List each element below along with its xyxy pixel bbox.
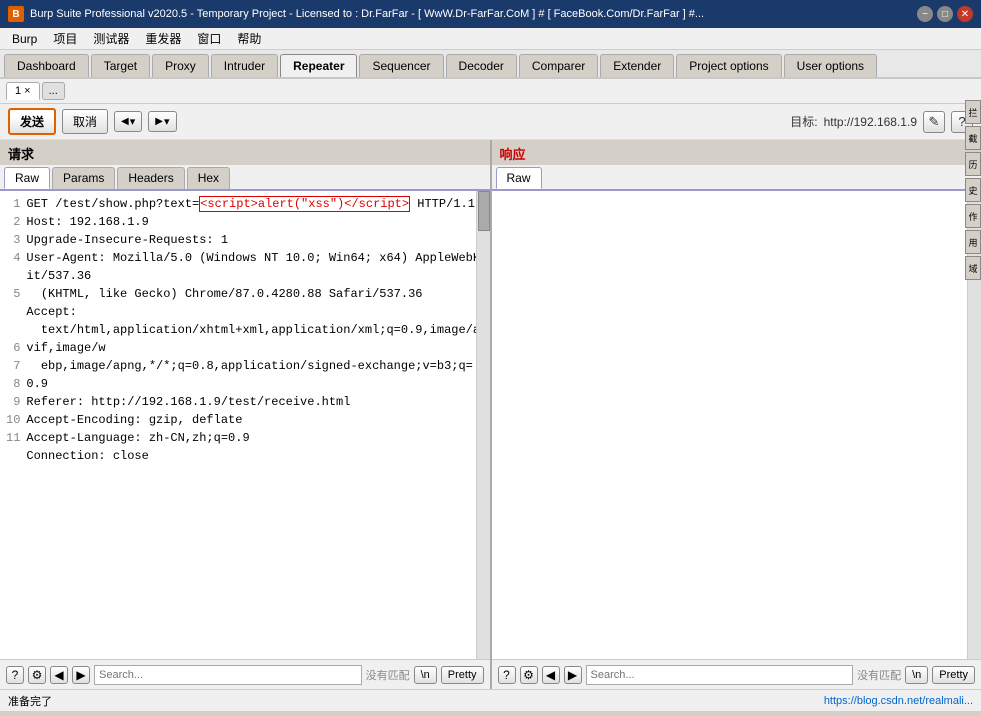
- sub-tab-more[interactable]: ...: [42, 82, 65, 100]
- nav-fwd-button[interactable]: ▶ ▾: [148, 111, 176, 132]
- edge-btn-3[interactable]: 史: [965, 178, 981, 202]
- response-next-icon[interactable]: ▶: [564, 666, 582, 684]
- request-no-match: 没有匹配: [366, 667, 410, 683]
- response-pretty-btn[interactable]: Pretty: [932, 666, 975, 684]
- request-inner-tabs: Raw Params Headers Hex: [0, 165, 490, 191]
- request-scrollbar[interactable]: [476, 191, 490, 659]
- response-settings-icon[interactable]: ⚙: [520, 666, 538, 684]
- tab-target[interactable]: Target: [91, 54, 150, 77]
- response-code-content: [496, 195, 978, 655]
- request-help-icon[interactable]: ?: [6, 666, 24, 684]
- app-icon: B: [8, 6, 24, 22]
- menu-bar: Burp 项目 测试器 重发器 窗口 帮助: [0, 28, 981, 50]
- tab-user-options[interactable]: User options: [784, 54, 877, 77]
- response-code-area[interactable]: [492, 191, 981, 659]
- request-panel: 请求 Raw Params Headers Hex 1234567891011 …: [0, 140, 492, 689]
- line-1-after: HTTP/1.1 Host: 192.168.1.9 Upgrade-Insec…: [26, 197, 480, 463]
- panels: 请求 Raw Params Headers Hex 1234567891011 …: [0, 140, 981, 689]
- line-numbers: 1234567891011: [4, 195, 26, 655]
- title-bar: B Burp Suite Professional v2020.5 - Temp…: [0, 0, 981, 28]
- nav-back-button[interactable]: ◀ ▾: [114, 111, 142, 132]
- request-code-area[interactable]: 1234567891011 GET /test/show.php?text=<s…: [0, 191, 490, 659]
- right-edge-panel: 拦 截 历 史 作 用 域: [965, 100, 981, 280]
- menu-item-project[interactable]: 项目: [45, 28, 85, 49]
- request-next-icon[interactable]: ▶: [72, 666, 90, 684]
- toolbar: 发送 取消 ◀ ▾ ▶ ▾ 目标: http://192.168.1.9 ✎ ?: [0, 104, 981, 140]
- tab-extender[interactable]: Extender: [600, 54, 674, 77]
- arrow-left-icon: ◀: [121, 116, 129, 127]
- menu-item-burp[interactable]: Burp: [4, 30, 45, 48]
- xss-highlight: <script>alert("xss")</script>: [199, 196, 410, 212]
- edge-btn-6[interactable]: 域: [965, 256, 981, 280]
- menu-item-help[interactable]: 帮助: [229, 28, 269, 49]
- request-tab-params[interactable]: Params: [52, 167, 115, 189]
- response-prev-icon[interactable]: ◀: [542, 666, 560, 684]
- menu-item-window[interactable]: 窗口: [189, 28, 229, 49]
- target-label: 目标:: [790, 113, 817, 130]
- response-no-match: 没有匹配: [857, 667, 901, 683]
- nav-back-dropdown-icon: ▾: [130, 115, 136, 128]
- tab-sequencer[interactable]: Sequencer: [359, 54, 443, 77]
- cancel-button[interactable]: 取消: [62, 109, 108, 134]
- line-1-before: GET /test/show.php?text=: [26, 197, 199, 211]
- tab-intruder[interactable]: Intruder: [211, 54, 278, 77]
- edge-btn-2[interactable]: 历: [965, 152, 981, 176]
- tab-decoder[interactable]: Decoder: [446, 54, 517, 77]
- minimize-button[interactable]: −: [917, 6, 933, 22]
- request-tab-hex[interactable]: Hex: [187, 167, 230, 189]
- send-button[interactable]: 发送: [8, 108, 56, 135]
- tab-project-options[interactable]: Project options: [676, 54, 781, 77]
- status-bar: 准备完了 https://blog.csdn.net/realmali...: [0, 689, 981, 711]
- response-help-icon[interactable]: ?: [498, 666, 516, 684]
- tab-proxy[interactable]: Proxy: [152, 54, 209, 77]
- response-panel: 响应 Raw ? ⚙ ◀ ▶ 没有匹配 \n Pretty: [492, 140, 981, 689]
- response-newline-btn[interactable]: \n: [905, 666, 928, 684]
- request-search-input[interactable]: [94, 665, 362, 685]
- edge-btn-5[interactable]: 用: [965, 230, 981, 254]
- menu-item-scanner[interactable]: 测试器: [85, 28, 137, 49]
- edit-target-button[interactable]: ✎: [923, 111, 945, 133]
- response-inner-tabs: Raw: [492, 165, 981, 191]
- arrow-right-icon: ▶: [155, 116, 163, 127]
- request-settings-icon[interactable]: ⚙: [28, 666, 46, 684]
- request-code-content: GET /test/show.php?text=<script>alert("x…: [26, 195, 485, 655]
- request-tab-headers[interactable]: Headers: [117, 167, 184, 189]
- response-section-label: 响应: [492, 140, 981, 165]
- status-text: 准备完了: [8, 693, 52, 709]
- top-tab-bar: Dashboard Target Proxy Intruder Repeater…: [0, 50, 981, 79]
- request-pretty-btn[interactable]: Pretty: [441, 666, 484, 684]
- nav-fwd-dropdown-icon: ▾: [164, 115, 170, 128]
- menu-item-repeater-menu[interactable]: 重发器: [137, 28, 189, 49]
- sub-tab-1[interactable]: 1 ×: [6, 82, 40, 100]
- response-tab-raw[interactable]: Raw: [496, 167, 542, 189]
- edge-btn-1[interactable]: 截: [965, 126, 981, 150]
- target-url: http://192.168.1.9: [824, 115, 917, 129]
- response-bottom-bar: ? ⚙ ◀ ▶ 没有匹配 \n Pretty: [492, 659, 981, 689]
- request-bottom-bar: ? ⚙ ◀ ▶ 没有匹配 \n Pretty: [0, 659, 490, 689]
- tab-comparer[interactable]: Comparer: [519, 54, 598, 77]
- request-section-label: 请求: [0, 140, 490, 165]
- tab-dashboard[interactable]: Dashboard: [4, 54, 89, 77]
- status-link[interactable]: https://blog.csdn.net/realmali...: [824, 695, 973, 707]
- window-title: Burp Suite Professional v2020.5 - Tempor…: [30, 8, 704, 20]
- edge-btn-4[interactable]: 作: [965, 204, 981, 228]
- close-button[interactable]: ✕: [957, 6, 973, 22]
- request-newline-btn[interactable]: \n: [414, 666, 437, 684]
- sub-tab-bar: 1 × ...: [0, 79, 981, 104]
- request-prev-icon[interactable]: ◀: [50, 666, 68, 684]
- request-tab-raw[interactable]: Raw: [4, 167, 50, 189]
- tab-repeater[interactable]: Repeater: [280, 54, 357, 77]
- response-search-input[interactable]: [586, 665, 854, 685]
- edge-btn-0[interactable]: 拦: [965, 100, 981, 124]
- maximize-button[interactable]: □: [937, 6, 953, 22]
